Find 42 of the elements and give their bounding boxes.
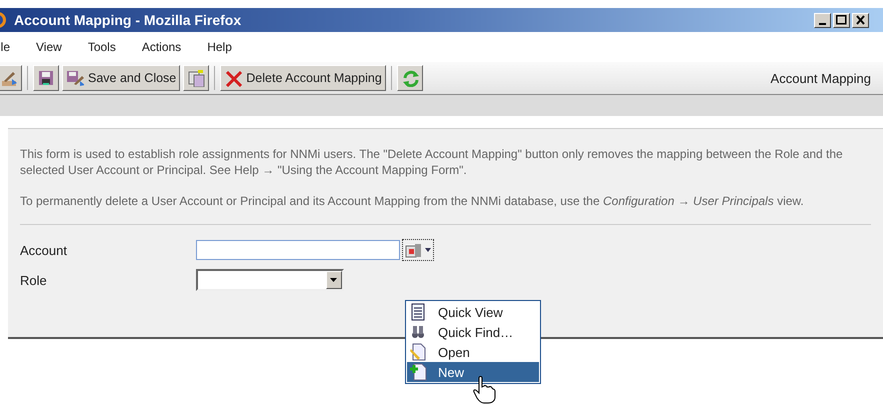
field-label: Account [20, 242, 68, 258]
menu-item[interactable]: ile [0, 40, 24, 54]
list-document-icon [409, 303, 427, 321]
cross-icon [224, 69, 242, 87]
field-label: Role [20, 272, 48, 288]
minimize-button[interactable] [814, 12, 831, 28]
maximize-button[interactable] [833, 12, 850, 28]
description-text: This form is used to establish role assignments for NNMi users. The "Delete Account Mapping" button only removes the mapping between the Role and the selected User Account or Principal. See Help → "Using the Account Mapping Form". [20, 146, 844, 178]
maximize-icon [836, 15, 847, 25]
menu-item[interactable]: Actions [142, 40, 196, 54]
description-text: To permanently delete a User Account or Principal and its Account Mapping from the NNMi database, use the Configuration → User Principals view. [20, 193, 805, 209]
pencil-icon [0, 69, 18, 87]
menu-item[interactable]: Quick View [407, 302, 539, 322]
menu-item[interactable]: Quick Find… [407, 322, 539, 342]
toolbar-button[interactable]: Delete Account Mapping [220, 65, 386, 91]
toolbar-button[interactable] [0, 65, 22, 91]
menu-item[interactable]: View [36, 40, 76, 54]
toolbar-button[interactable] [396, 65, 423, 91]
account-field[interactable] [196, 240, 400, 260]
pencil-document-icon [409, 343, 427, 361]
document-copy-icon [187, 69, 206, 87]
menu-item[interactable]: Help [207, 40, 246, 54]
toolbar-button[interactable]: Save and Close [62, 65, 180, 91]
refresh-icon [400, 69, 419, 87]
document-stack-icon [405, 241, 423, 259]
caret-icon [330, 278, 338, 282]
caret-icon [425, 248, 431, 252]
minimize-icon [819, 23, 826, 25]
lookup-button[interactable] [402, 239, 434, 261]
toolbar-button[interactable] [33, 65, 59, 91]
menu-item[interactable]: New [407, 362, 539, 382]
form-title: Account Mapping [770, 70, 871, 86]
close-button[interactable] [852, 12, 869, 28]
save-and-close-icon [66, 69, 84, 87]
toolbar-button[interactable] [183, 65, 210, 91]
close-icon [856, 15, 865, 25]
menu-item[interactable]: Open [407, 342, 539, 362]
role-dropdown[interactable] [196, 269, 344, 291]
window-title: Account Mapping - Mozilla Firefox [14, 12, 242, 28]
new-document-icon [409, 363, 427, 381]
binoculars-icon [409, 323, 427, 341]
menu-item[interactable]: Tools [88, 40, 130, 54]
